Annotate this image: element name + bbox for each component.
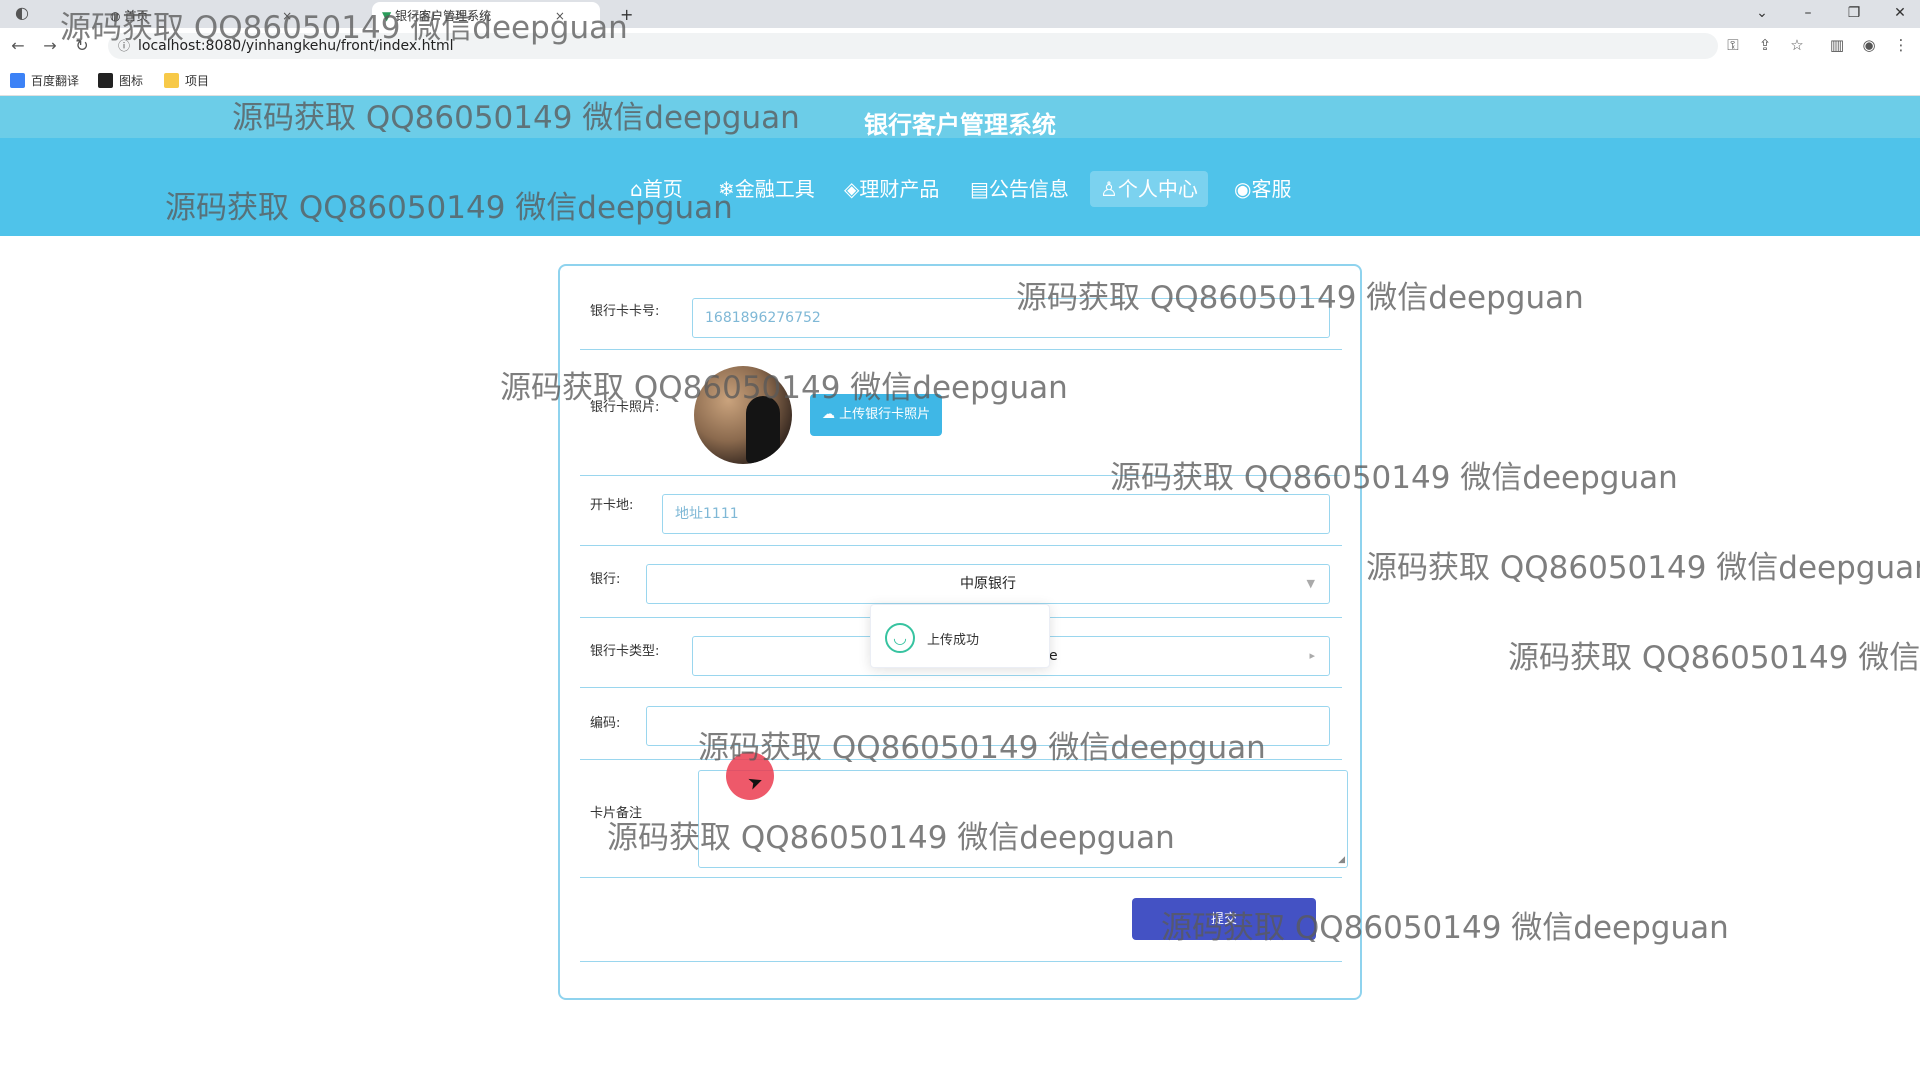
site-title-bar: 银行客户管理系统 — [0, 96, 1920, 139]
address-input[interactable]: 地址1111 — [662, 494, 1330, 534]
card-photo-label: 银行卡照片: — [590, 400, 660, 415]
remark-textarea[interactable]: ◢ — [698, 770, 1348, 868]
bookmark-translate[interactable]: 百度翻译 — [10, 72, 79, 89]
main-nav: ⌂首页 ❄金融工具 ◈理财产品 ▤公告信息 ♙个人中心 ◉客服 — [0, 138, 1920, 236]
site-title: 银行客户管理系统 — [864, 111, 1056, 139]
resize-handle-icon[interactable]: ◢ — [1338, 855, 1345, 865]
translate-icon — [10, 73, 25, 88]
card-number-label: 银行卡卡号: — [590, 304, 660, 319]
nav-personal-center[interactable]: ♙个人中心 — [1090, 171, 1208, 207]
close-window-icon[interactable]: ✕ — [1880, 2, 1920, 24]
remark-label: 卡片备注 — [590, 806, 643, 821]
globe-icon: ◍ — [110, 9, 121, 23]
close-tab-icon[interactable]: × — [282, 9, 292, 23]
tab-home[interactable]: ◍ 首页 × — [100, 2, 370, 28]
tab-search-icon[interactable]: ⌄ — [1742, 2, 1782, 24]
back-icon[interactable]: ← — [8, 36, 28, 55]
more-menu-icon[interactable]: ⋮ — [1890, 36, 1912, 54]
upload-success-toast: ◡ 上传成功 — [870, 604, 1050, 668]
chevron-right-icon: ▸ — [1309, 649, 1315, 662]
toast-message: 上传成功 — [927, 633, 980, 648]
url-text: localhost:8080/yinhangkehu/front/index.h… — [138, 38, 454, 54]
code-input[interactable] — [646, 706, 1330, 746]
row-remark: 卡片备注 ◢ — [580, 760, 1348, 878]
cloud-upload-icon: ☁ — [822, 407, 840, 422]
nav-customer-service[interactable]: ◉客服 — [1224, 171, 1301, 207]
browser-menu-icon[interactable]: ◐ — [12, 3, 32, 22]
bank-select[interactable]: 中原银行 ▼ — [646, 564, 1330, 604]
row-code: 编码: — [580, 688, 1342, 760]
image-icon — [98, 73, 113, 88]
submit-button[interactable]: 提交 — [1132, 898, 1316, 940]
watermark: 源码获取 QQ86050149 微信deepguan — [1366, 550, 1920, 586]
address-label: 开卡地: — [590, 498, 634, 513]
restore-icon[interactable]: ❐ — [1834, 2, 1874, 24]
card-type-label: 银行卡类型: — [590, 644, 660, 659]
nav-finance-tools[interactable]: ❄金融工具 — [708, 171, 825, 207]
upload-card-photo-button[interactable]: ☁ 上传银行卡照片 — [810, 394, 943, 436]
bank-label: 银行: — [590, 572, 621, 587]
browser-tab-bar: ◐ ◍ 首页 × ▼ 银行客户管理系统 × + ⌄ – ❐ ✕ — [0, 0, 1920, 28]
vue-icon: ▼ — [382, 9, 392, 23]
nav-wealth-products[interactable]: ◈理财产品 — [834, 171, 949, 207]
row-card-number: 银行卡卡号: 1681896276752 — [580, 266, 1342, 350]
reload-icon[interactable]: ↻ — [72, 36, 92, 55]
sidebar-icon[interactable]: ▥ — [1826, 36, 1848, 54]
new-tab-button[interactable]: + — [610, 0, 643, 26]
star-icon[interactable]: ☆ — [1786, 36, 1808, 54]
card-number-input[interactable]: 1681896276752 — [692, 298, 1330, 338]
minimize-icon[interactable]: – — [1788, 2, 1828, 24]
info-icon: ⓘ — [118, 39, 131, 53]
key-icon[interactable]: ⚿ — [1722, 36, 1744, 54]
forward-icon[interactable]: → — [40, 36, 60, 55]
address-bar-row: ← → ↻ ⓘ localhost:8080/yinhangkehu/front… — [0, 28, 1920, 64]
profile-icon[interactable]: ◉ — [1858, 36, 1880, 54]
share-icon[interactable]: ⇪ — [1754, 36, 1776, 54]
close-tab-icon[interactable]: × — [555, 9, 565, 23]
row-address: 开卡地: 地址1111 — [580, 476, 1342, 546]
nav-home[interactable]: ⌂首页 — [620, 171, 693, 207]
row-submit: 提交 — [580, 878, 1342, 962]
card-photo-preview — [694, 366, 792, 464]
bookmark-icons[interactable]: 图标 — [98, 72, 143, 89]
tab-bank-system[interactable]: ▼ 银行客户管理系统 × — [372, 2, 600, 28]
row-card-photo: 银行卡照片: ☁ 上传银行卡照片 — [580, 350, 1342, 476]
watermark: 源码获取 QQ86050149 微信d — [1508, 640, 1920, 676]
smile-icon: ◡ — [885, 623, 915, 653]
bookmarks-bar: 百度翻译 图标 项目 — [0, 64, 1920, 96]
code-label: 编码: — [590, 716, 621, 731]
bookmark-projects[interactable]: 项目 — [164, 72, 209, 89]
nav-announcements[interactable]: ▤公告信息 — [960, 171, 1079, 207]
url-field[interactable]: ⓘ localhost:8080/yinhangkehu/front/index… — [108, 33, 1718, 59]
folder-icon — [164, 73, 179, 88]
chevron-down-icon: ▼ — [1306, 577, 1315, 590]
